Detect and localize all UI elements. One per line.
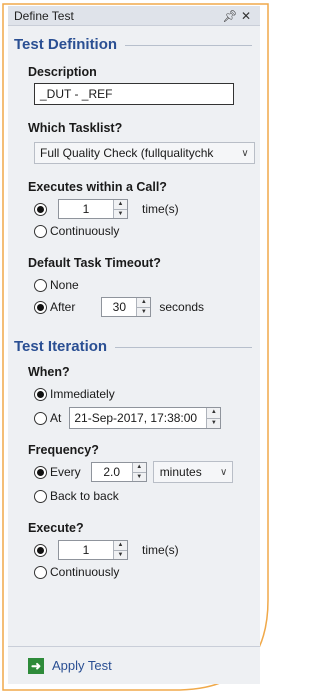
back-to-back-row: Back to back [34,485,260,507]
section-heading: Test Iteration [14,338,108,355]
section-test-definition: Test Definition [14,36,260,53]
timeout-label: Default Task Timeout? [28,256,161,270]
apply-arrow-icon[interactable]: ➜ [28,657,44,674]
every-radio[interactable] [34,465,47,479]
apply-test-button[interactable]: Apply Test [52,658,112,673]
after-row: After 30 ▲ ▼ seconds [34,296,260,318]
execute-continuously-radio[interactable] [34,565,47,579]
description-label: Description [28,65,97,79]
chevron-down-icon: ∨ [220,466,228,478]
when-label: When? [28,365,70,379]
execute-value: 1 [82,543,90,557]
at-datetime-value: 21-Sep-2017, 17:38:00 [74,411,198,425]
none-row: None [34,274,260,296]
every-label: Every [50,465,81,479]
execute-label: Execute? [28,521,84,535]
stepper-buttons[interactable]: ▲ ▼ [131,463,146,482]
at-radio[interactable] [34,411,47,425]
panel-titlebar: Define Test 📌︎ ✕ [8,6,260,26]
times-stepper[interactable]: 1 ▲ ▼ [58,199,128,219]
after-label: After [50,300,76,314]
continuously-radio[interactable] [34,224,47,238]
tasklist-value: Full Quality Check (fullqualitychk [40,146,214,160]
execute-continuously-row: Continuously [34,561,260,583]
every-value: 2.0 [103,465,121,479]
timeout-unit: seconds [159,300,205,314]
down-arrow-icon[interactable]: ▼ [137,307,151,317]
times-row: 1 ▲ ▼ time(s) [34,198,260,220]
chevron-down-icon: ∨ [241,147,249,159]
continuously-row: Continuously [34,220,260,242]
executes-label: Executes within a Call? [28,180,167,194]
down-arrow-icon[interactable]: ▼ [207,417,221,429]
every-unit-select[interactable]: minutes ∨ [152,461,233,483]
down-arrow-icon[interactable]: ▼ [114,209,127,219]
timeout-stepper[interactable]: 30 ▲ ▼ [101,297,152,317]
stepper-buttons[interactable]: ▲ ▼ [113,200,127,218]
section-heading: Test Definition [14,36,118,53]
up-arrow-icon[interactable]: ▲ [133,463,146,472]
immediately-row: Immediately [34,383,260,405]
at-datetime-picker[interactable]: 21-Sep-2017, 17:38:00 ▲ ▼ [69,407,222,429]
times-value: 1 [82,202,90,216]
section-test-iteration: Test Iteration [14,338,260,355]
execute-times-row: 1 ▲ ▼ time(s) [34,539,260,561]
every-unit-value: minutes [159,465,202,479]
back-to-back-radio[interactable] [34,489,47,503]
execute-times-radio[interactable] [34,543,47,557]
tasklist-select[interactable]: Full Quality Check (fullqualitychk ∨ [34,142,255,164]
description-input[interactable]: _DUT - _REF [34,83,234,105]
tasklist-label: Which Tasklist? [28,121,123,135]
continuously-label: Continuously [50,224,120,238]
execute-stepper[interactable]: 1 ▲ ▼ [58,540,128,560]
immediately-radio[interactable] [34,387,47,401]
define-test-panel: Define Test 📌︎ ✕ Test Definition Descrip… [8,6,260,684]
down-arrow-icon[interactable]: ▼ [114,550,127,560]
at-label: At [50,411,62,425]
after-radio[interactable] [34,300,47,314]
panel-title: Define Test [14,8,74,23]
execute-unit: time(s) [142,543,179,557]
stepper-buttons[interactable]: ▲ ▼ [206,408,221,429]
times-unit: time(s) [142,202,179,216]
times-radio[interactable] [34,202,47,216]
none-label: None [50,278,79,292]
up-arrow-icon[interactable]: ▲ [114,541,127,550]
pin-icon[interactable]: 📌︎ [222,9,238,23]
close-icon[interactable]: ✕ [238,9,254,23]
at-row: At 21-Sep-2017, 17:38:00 ▲ ▼ [34,407,260,429]
up-arrow-icon[interactable]: ▲ [207,408,220,418]
frequency-label: Frequency? [28,443,99,457]
none-radio[interactable] [34,278,47,292]
timeout-value: 30 [112,300,127,314]
stepper-buttons[interactable]: ▲ ▼ [113,541,127,559]
back-to-back-label: Back to back [50,489,119,503]
divider [125,45,252,46]
execute-continuously-label: Continuously [50,565,120,579]
panel-footer: ➜ Apply Test [8,646,260,684]
immediately-label: Immediately [50,387,115,401]
up-arrow-icon[interactable]: ▲ [137,298,150,307]
every-row: Every 2.0 ▲ ▼ minutes ∨ [34,461,260,483]
down-arrow-icon[interactable]: ▼ [132,472,146,482]
divider [115,347,252,348]
stepper-buttons[interactable]: ▲ ▼ [136,298,151,317]
every-stepper[interactable]: 2.0 ▲ ▼ [90,462,147,482]
up-arrow-icon[interactable]: ▲ [114,200,127,209]
